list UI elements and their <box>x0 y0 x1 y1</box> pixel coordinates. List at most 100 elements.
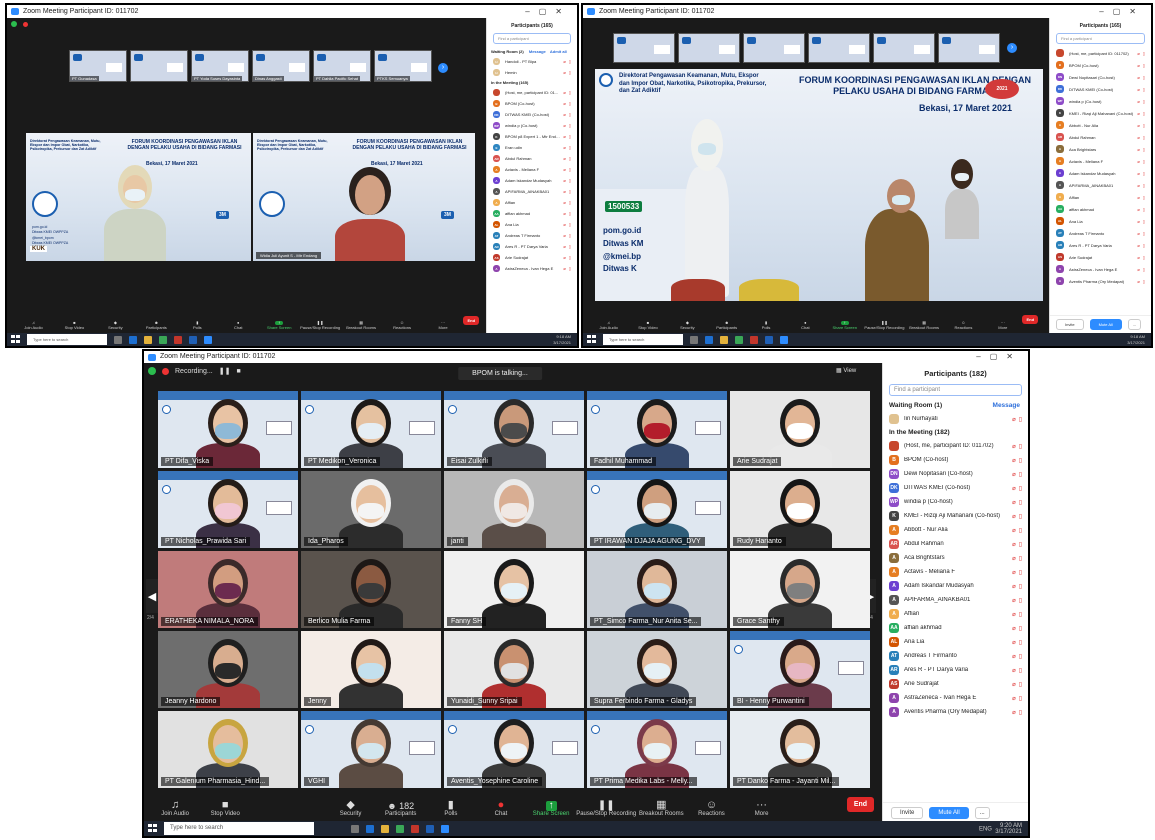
mic-muted-icon[interactable]: ⌀ <box>1137 171 1139 176</box>
more-button[interactable]: ··· More <box>983 320 1022 330</box>
find-participant-input[interactable]: Find a participant <box>1056 33 1145 44</box>
video-off-icon[interactable]: ▯ <box>1019 611 1022 618</box>
mic-muted-icon[interactable]: ⌀ <box>1012 513 1016 520</box>
join-audio-button[interactable]: ♫ Join Audio <box>589 320 628 330</box>
windows-start-icon[interactable] <box>148 824 160 833</box>
word-icon[interactable] <box>426 824 434 833</box>
mic-muted-icon[interactable]: ⌀ <box>1137 255 1139 260</box>
video-off-icon[interactable]: ▯ <box>1143 219 1145 224</box>
video-thumbnail[interactable]: Dinas Anggasti <box>252 50 310 82</box>
video-off-icon[interactable]: ▯ <box>1143 183 1145 188</box>
mic-muted-icon[interactable]: ⌀ <box>1012 611 1016 618</box>
participant-video-tile[interactable]: Grace Santhy <box>730 551 870 628</box>
stop-icon[interactable]: ■ <box>236 368 240 375</box>
video-off-icon[interactable]: ▯ <box>1019 471 1022 478</box>
participant-video-tile[interactable]: ERATHEKA NIMALA_NORA <box>158 551 298 628</box>
mic-muted-icon[interactable]: ⌀ <box>1012 527 1016 534</box>
participant-video-tile[interactable]: Yunaidi_Sunny Sripai <box>444 631 584 708</box>
mic-muted-icon[interactable]: ⌀ <box>1137 147 1139 152</box>
participant-row[interactable]: A Actavis - Meliana F ⌀ ▯ <box>883 565 1028 579</box>
participant-row[interactable]: AR Ares R - PT Darya Varia ⌀ ▯ <box>487 241 577 252</box>
video-off-icon[interactable]: ▯ <box>1143 147 1145 152</box>
participant-video-tile[interactable]: Arie Sudrajat <box>730 391 870 468</box>
mic-muted-icon[interactable]: ⌀ <box>1012 597 1016 604</box>
participant-video-tile[interactable]: janti <box>444 471 584 548</box>
mic-muted-icon[interactable]: ⌀ <box>1137 159 1139 164</box>
more-button[interactable]: ··· More <box>737 800 787 819</box>
video-off-icon[interactable]: ▯ <box>569 101 571 106</box>
video-off-icon[interactable]: ▯ <box>1019 625 1022 632</box>
video-thumbnail[interactable] <box>808 33 870 63</box>
next-page-icon[interactable]: › <box>438 63 448 73</box>
mic-muted-icon[interactable]: ⌀ <box>563 255 565 260</box>
participant-row[interactable]: A Affian ⌀ ▯ <box>1050 191 1151 203</box>
video-off-icon[interactable]: ▯ <box>1019 583 1022 590</box>
participant-row[interactable]: DN Dewi Nopitasari (Co-host) ⌀ ▯ <box>883 467 1028 481</box>
mic-muted-icon[interactable]: ⌀ <box>563 266 565 271</box>
polls-button[interactable]: ▮ Polls <box>177 320 218 330</box>
mute-all-button[interactable]: Mute All <box>1089 319 1122 330</box>
participant-row[interactable]: AA affian akhmad ⌀ ▯ <box>487 208 577 219</box>
chrome-icon[interactable] <box>735 335 743 344</box>
polls-button[interactable]: ▮ Polls <box>746 320 785 330</box>
participant-row[interactable]: AT Andreas T Firmanto ⌀ ▯ <box>1050 227 1151 239</box>
video-thumbnail[interactable] <box>130 50 188 82</box>
edge-icon[interactable] <box>129 335 137 344</box>
video-off-icon[interactable]: ▯ <box>569 70 571 75</box>
mic-muted-icon[interactable]: ⌀ <box>1137 207 1139 212</box>
video-off-icon[interactable]: ▯ <box>1019 485 1022 492</box>
more-options-button[interactable]: ... <box>974 807 990 819</box>
video-off-icon[interactable]: ▯ <box>1143 207 1145 212</box>
video-off-icon[interactable]: ▯ <box>1143 279 1145 284</box>
participant-row[interactable]: AT Andreas T Firmanto ⌀ ▯ <box>487 230 577 241</box>
mic-muted-icon[interactable]: ⌀ <box>1137 87 1139 92</box>
explorer-icon[interactable] <box>720 335 728 344</box>
mic-muted-icon[interactable]: ⌀ <box>563 189 565 194</box>
participant-row[interactable]: K KMEI - Rizqi Aji Mahanani (Co-host) ⌀ ▯ <box>883 509 1028 523</box>
participant-row[interactable]: AS Arie Sudrajat ⌀ ▯ <box>1050 251 1151 263</box>
participant-row[interactable]: WP windia p (Co-host) ⌀ ▯ <box>487 120 577 131</box>
mic-muted-icon[interactable]: ⌀ <box>563 101 565 106</box>
powerpoint-icon[interactable] <box>411 824 419 833</box>
more-options-button[interactable]: ... <box>1127 319 1142 330</box>
more-button[interactable]: ··· More <box>423 320 464 330</box>
participant-video-tile[interactable]: PT Prima Medika Labs - Melly... <box>587 711 727 788</box>
windows-start-icon[interactable] <box>587 335 599 344</box>
video-off-icon[interactable]: ▯ <box>1143 123 1145 128</box>
join-audio-button[interactable]: ♫ Join Audio <box>13 320 54 330</box>
mic-muted-icon[interactable]: ⌀ <box>563 244 565 249</box>
video-off-icon[interactable]: ▯ <box>1143 267 1145 272</box>
video-off-icon[interactable]: ▯ <box>1019 541 1022 548</box>
chat-button[interactable]: ● Chat <box>476 800 526 819</box>
mute-all-button[interactable]: Mute All <box>929 807 969 819</box>
participant-video-tile[interactable]: BI - Henny Purwantini <box>730 631 870 708</box>
edge-icon[interactable] <box>366 824 374 833</box>
video-off-icon[interactable]: ▯ <box>569 200 571 205</box>
participant-row[interactable]: H Hemin ⌀ ▯ <box>487 67 577 78</box>
participant-video-tile[interactable]: PT Medikon_Veronica <box>301 391 441 468</box>
recording-button[interactable]: ❚❚ Pause/Stop Recording <box>576 801 636 819</box>
participant-row[interactable]: A Aventis Pharma (Ory Medapat) ⌀ ▯ <box>883 705 1028 719</box>
video-off-icon[interactable]: ▯ <box>569 266 571 271</box>
share-screen-button[interactable]: ↑ Share Screen <box>825 320 864 330</box>
video-off-icon[interactable]: ▯ <box>1019 527 1022 534</box>
stop-video-button[interactable]: ■ Stop Video <box>628 320 667 330</box>
mic-muted-icon[interactable]: ⌀ <box>1012 569 1016 576</box>
recording-button[interactable]: ❚❚ Pause/Stop Recording <box>864 320 904 330</box>
video-off-icon[interactable]: ▯ <box>569 134 571 139</box>
word-icon[interactable] <box>189 335 197 344</box>
video-off-icon[interactable]: ▯ <box>1143 243 1145 248</box>
mic-muted-icon[interactable]: ⌀ <box>1137 111 1139 116</box>
participant-row[interactable]: WP windia p (Co-host) ⌀ ▯ <box>1050 95 1151 107</box>
video-thumbnail[interactable]: PT Dahlia Pacific Sehat <box>313 50 371 82</box>
taskbar-search[interactable]: Type here to search <box>603 334 683 345</box>
mic-muted-icon[interactable]: ⌀ <box>563 233 565 238</box>
video-off-icon[interactable]: ▯ <box>1019 457 1022 464</box>
security-button[interactable]: ◆ Security <box>95 320 136 330</box>
mic-muted-icon[interactable]: ⌀ <box>1137 183 1139 188</box>
participant-video-tile[interactable]: Rudy Harianto <box>730 471 870 548</box>
participant-video-tile[interactable]: Supra Ferbindo Farma - Gladys <box>587 631 727 708</box>
video-off-icon[interactable]: ▯ <box>1143 111 1145 116</box>
participant-row[interactable]: B BPOM (Co-host) ⌀ ▯ <box>487 98 577 109</box>
chat-button[interactable]: ● Chat <box>786 320 825 330</box>
